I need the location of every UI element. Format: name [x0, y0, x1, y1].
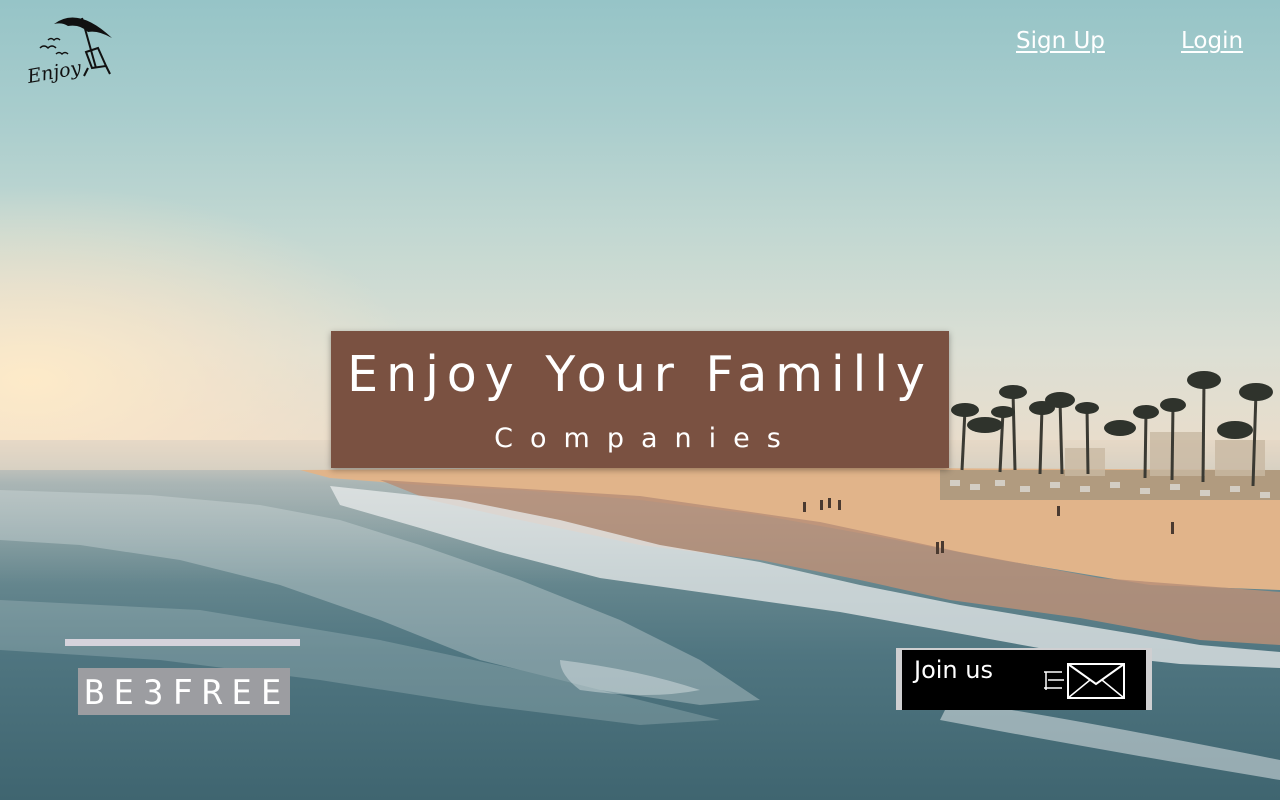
sign-up-link[interactable]: Sign Up	[1016, 28, 1105, 54]
envelope-icon	[1044, 663, 1125, 699]
hero-subtitle: Companies	[494, 423, 798, 454]
badge-divider	[65, 639, 300, 646]
join-us-label: Join us	[914, 656, 993, 684]
join-us-button[interactable]: Join us	[896, 648, 1152, 710]
login-link[interactable]: Login	[1181, 28, 1243, 54]
hero-title: Enjoy Your Familly	[347, 346, 933, 403]
badge-text: BE3FREE	[84, 673, 291, 713]
be3free-badge: BE3FREE	[78, 668, 290, 715]
hero-banner: Enjoy Your Familly Companies	[331, 331, 949, 468]
site-logo[interactable]: Enjoy	[25, 8, 118, 88]
logo-text: Enjoy	[26, 57, 83, 88]
landing-page: Enjoy Sign Up Login Enjoy Your Familly C…	[0, 0, 1280, 800]
umbrella-chair-logo-icon: Enjoy	[25, 17, 112, 88]
